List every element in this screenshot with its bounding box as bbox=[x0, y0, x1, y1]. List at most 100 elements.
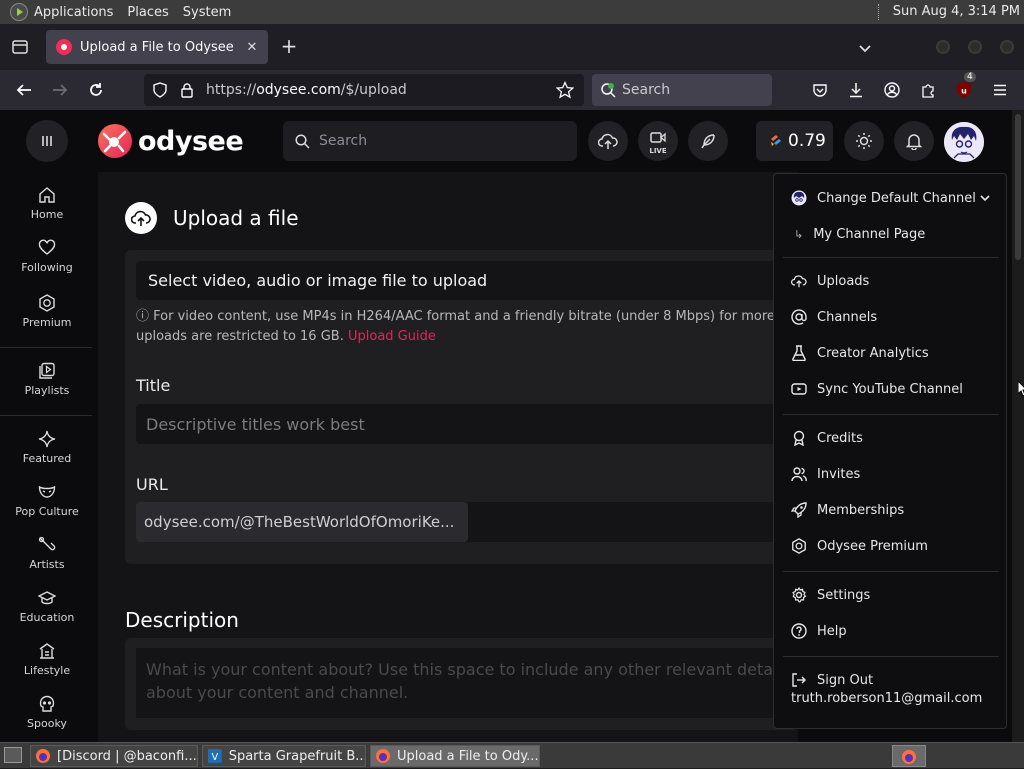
places-menu[interactable]: Places bbox=[127, 5, 168, 20]
reload-icon[interactable] bbox=[84, 78, 108, 102]
extension-badge: 4 bbox=[964, 72, 976, 82]
description-textarea[interactable]: What is your content about? Use this spa… bbox=[136, 648, 798, 718]
site-search-input[interactable]: Search bbox=[283, 121, 577, 161]
info-icon: ⓘ bbox=[136, 309, 154, 324]
feather-icon bbox=[701, 134, 715, 149]
back-arrow-icon[interactable] bbox=[12, 78, 36, 102]
go-live-button[interactable]: LIVE bbox=[638, 121, 678, 161]
menu-item-odysee-premium[interactable]: Odysee Premium bbox=[791, 535, 928, 557]
sidebar-item-label: Pop Culture bbox=[15, 505, 79, 518]
clock[interactable]: Sun Aug 4, 3:14 PM bbox=[893, 4, 1020, 19]
post-button[interactable] bbox=[688, 121, 728, 161]
new-tab-button[interactable]: + bbox=[278, 36, 300, 56]
sidebar-item-home[interactable]: Home bbox=[0, 186, 94, 232]
ublock-origin-icon[interactable]: u 4 bbox=[952, 72, 976, 102]
browser-tab-bar: Upload a File to Odysee ✕ + bbox=[0, 24, 1024, 70]
sidebar-item-premium[interactable]: Premium bbox=[0, 294, 94, 340]
sidebar-item-following[interactable]: Following bbox=[0, 239, 94, 285]
sidebar-item-pop-culture[interactable]: Pop Culture bbox=[0, 483, 94, 529]
taskbar-item-sparta[interactable]: V Sparta Grapefruit B... bbox=[202, 745, 366, 767]
skull-icon bbox=[39, 695, 55, 712]
bottom-taskbar: [Discord | @baconfi... V Sparta Grapefru… bbox=[0, 742, 1024, 768]
menu-item-uploads[interactable]: Uploads bbox=[791, 270, 869, 292]
sidebar-item-lifestyle[interactable]: Lifestyle bbox=[0, 642, 94, 688]
firefox-view-button[interactable] bbox=[6, 34, 34, 60]
sidebar-item-label: Featured bbox=[22, 452, 72, 465]
taskbar-item-discord[interactable]: [Discord | @baconfi... bbox=[30, 745, 198, 767]
mouse-pointer-icon bbox=[1018, 381, 1024, 397]
browser-tab-active[interactable]: Upload a File to Odysee ✕ bbox=[46, 30, 268, 64]
sidebar-item-playlists[interactable]: Playlists bbox=[0, 362, 94, 408]
sidebar-item-featured[interactable]: Featured bbox=[0, 430, 94, 476]
odysee-page: odysee Search LIVE 0.79 Home Following P… bbox=[0, 110, 1012, 742]
sidebar-item-education[interactable]: Education bbox=[0, 589, 94, 635]
hamburger-menu-icon[interactable] bbox=[988, 78, 1012, 102]
close-tab-icon[interactable]: ✕ bbox=[242, 40, 262, 55]
menu-item-sync-youtube[interactable]: Sync YouTube Channel bbox=[791, 378, 963, 400]
system-top-panel: Applications Places System Sun Aug 4, 3:… bbox=[0, 0, 1024, 24]
youtube-icon bbox=[791, 383, 807, 395]
credits-balance-button[interactable]: 0.79 bbox=[756, 121, 833, 161]
extensions-icon[interactable] bbox=[916, 78, 940, 102]
minimize-window-button[interactable] bbox=[936, 40, 950, 54]
shield-icon[interactable] bbox=[152, 82, 168, 98]
menu-divider bbox=[783, 656, 999, 657]
credits-amount: 0.79 bbox=[788, 131, 826, 151]
forward-arrow-icon[interactable] bbox=[48, 78, 72, 102]
odysee-logo[interactable]: odysee bbox=[98, 123, 244, 159]
applications-menu[interactable]: Applications bbox=[34, 5, 113, 20]
vscode-icon: V bbox=[207, 749, 222, 763]
address-bar[interactable]: https://odysee.com/$/upload bbox=[144, 74, 584, 106]
premium-gem-icon bbox=[792, 538, 806, 554]
taskbar-item-upload[interactable]: Upload a File to Ody... bbox=[370, 745, 540, 767]
users-icon bbox=[791, 467, 807, 482]
channel-avatar-small-icon bbox=[791, 190, 807, 206]
workspace-switcher[interactable] bbox=[892, 745, 926, 767]
menu-item-creator-analytics[interactable]: Creator Analytics bbox=[791, 342, 929, 364]
browser-search-bar[interactable]: Search bbox=[592, 74, 772, 106]
avatar-image-icon bbox=[944, 122, 984, 162]
my-channel-page-item[interactable]: ↳ My Channel Page bbox=[794, 223, 925, 245]
maximize-window-button[interactable] bbox=[968, 40, 982, 54]
menu-item-settings[interactable]: Settings bbox=[791, 584, 870, 606]
sidebar-item-artists[interactable]: Artists bbox=[0, 536, 94, 582]
menu-item-sign-out[interactable]: Sign Out bbox=[791, 669, 873, 691]
lock-icon[interactable] bbox=[180, 82, 194, 98]
menu-item-memberships[interactable]: Memberships bbox=[791, 499, 904, 521]
firefox-icon bbox=[902, 750, 916, 764]
pocket-icon[interactable] bbox=[808, 78, 832, 102]
menu-item-invites[interactable]: Invites bbox=[791, 463, 860, 485]
change-default-channel-item[interactable]: Change Default Channel bbox=[791, 187, 1000, 209]
account-icon[interactable] bbox=[880, 78, 904, 102]
firefox-view-icon bbox=[12, 40, 28, 54]
notifications-button[interactable] bbox=[894, 121, 934, 161]
list-all-tabs-icon[interactable] bbox=[858, 39, 872, 58]
title-input[interactable]: Descriptive titles work best bbox=[136, 404, 798, 444]
sidebar-item-spooky[interactable]: Spooky bbox=[0, 695, 94, 741]
menu-item-label: Uploads bbox=[817, 273, 870, 289]
upload-button[interactable] bbox=[588, 121, 628, 161]
graduation-cap-icon bbox=[38, 591, 56, 605]
sidebar-toggle-icon bbox=[42, 136, 52, 146]
system-menu[interactable]: System bbox=[183, 5, 231, 20]
page-scrollbar[interactable] bbox=[1012, 110, 1024, 742]
downloads-icon[interactable] bbox=[844, 78, 868, 102]
distro-logo-icon[interactable] bbox=[10, 3, 28, 21]
menu-item-channels[interactable]: Channels bbox=[791, 306, 877, 328]
sidebar-divider bbox=[0, 415, 92, 416]
panel-separator bbox=[878, 4, 882, 20]
url-input[interactable]: odysee.com/@TheBestWorldOfOmoriKe... bbox=[136, 502, 798, 542]
upload-guide-link[interactable]: Upload Guide bbox=[348, 329, 436, 344]
close-window-button[interactable] bbox=[1000, 40, 1014, 54]
scrollbar-thumb[interactable] bbox=[1015, 114, 1021, 260]
sub-arrow-icon: ↳ bbox=[794, 227, 804, 241]
odysee-logo-icon bbox=[98, 124, 132, 158]
show-desktop-icon[interactable] bbox=[4, 747, 22, 763]
bookmark-star-icon[interactable] bbox=[556, 81, 574, 99]
channel-avatar[interactable] bbox=[944, 122, 984, 162]
file-select-input[interactable]: Select video, audio or image file to upl… bbox=[136, 261, 798, 300]
sidebar-toggle-button[interactable] bbox=[26, 120, 68, 162]
menu-item-help[interactable]: Help bbox=[791, 620, 847, 642]
theme-toggle-button[interactable] bbox=[844, 121, 884, 161]
menu-item-credits[interactable]: Credits bbox=[791, 427, 863, 449]
